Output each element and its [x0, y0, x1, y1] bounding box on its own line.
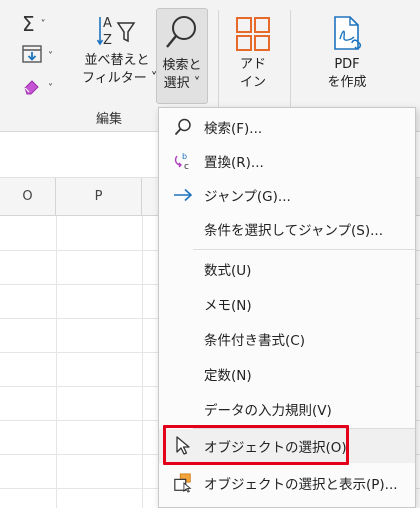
grid-line — [142, 216, 143, 508]
menu-item-find[interactable]: 検索(F)... — [159, 110, 415, 144]
menu-item-selection-pane[interactable]: オブジェクトの選択と表示(P)... — [159, 466, 415, 500]
menu-item-label: ジャンプ(G)... — [204, 189, 291, 205]
menu-item-data-validation[interactable]: データの入力規則(V) — [159, 392, 415, 426]
group-label-editing: 編集 — [96, 112, 123, 127]
menu-item-label: 条件を選択してジャンプ(S)... — [204, 223, 383, 239]
eraser-icon — [22, 77, 42, 99]
pdf-label-line1: PDF — [334, 57, 360, 72]
menu-item-goto-special[interactable]: 条件を選択してジャンプ(S)... — [159, 212, 415, 246]
addins-icon — [224, 12, 282, 56]
sort-filter-icon: A Z — [82, 10, 152, 52]
magnifier-icon — [157, 9, 207, 57]
menu-item-goto[interactable]: ジャンプ(G)... — [159, 178, 415, 212]
menu-item-label: データの入力規則(V) — [204, 403, 332, 419]
clear-button[interactable]: ˅ — [22, 76, 68, 100]
arrow-right-icon — [173, 185, 193, 205]
menu-item-label: 置換(R)... — [204, 155, 264, 171]
column-header-p[interactable]: P — [56, 178, 142, 216]
grid-line — [56, 216, 57, 508]
find-select-menu: 検索(F)... bc 置換(R)... ジャンプ(G)... 条件を選択してジ… — [158, 107, 416, 508]
chevron-down-icon: ˅ — [40, 18, 46, 30]
svg-text:c: c — [184, 162, 189, 171]
addins-label-line1: アド — [239, 57, 266, 72]
menu-item-label: 定数(N) — [204, 368, 252, 384]
menu-item-label: オブジェクトの選択(O) — [204, 440, 347, 456]
replace-icon: bc — [173, 151, 193, 171]
sigma-icon: Σ — [22, 12, 35, 36]
sort-filter-label-line1: 並べ替えと — [84, 53, 150, 68]
sort-filter-label-line2: フィルター ˅ — [82, 71, 158, 86]
svg-text:Z: Z — [103, 33, 112, 48]
menu-item-select-objects[interactable]: オブジェクトの選択(O) — [159, 429, 415, 463]
fill-down-icon — [22, 45, 42, 67]
menu-item-label: 検索(F)... — [204, 121, 263, 137]
fill-button[interactable]: ˅ — [22, 44, 68, 68]
autosum-button[interactable]: Σ ˅ — [22, 12, 68, 36]
menu-item-notes[interactable]: メモ(N) — [159, 287, 415, 321]
selection-pane-icon — [173, 473, 193, 493]
addins-button[interactable]: アド イン — [224, 12, 282, 102]
search-icon — [173, 117, 193, 137]
ribbon-divider — [290, 10, 291, 120]
chevron-down-icon: ˅ — [48, 50, 53, 62]
menu-item-replace[interactable]: bc 置換(R)... — [159, 144, 415, 178]
find-select-label-line2: 選択 ˅ — [163, 76, 201, 91]
svg-text:b: b — [182, 152, 187, 161]
svg-text:A: A — [103, 16, 112, 31]
column-header-o[interactable]: O — [0, 178, 56, 216]
cursor-pointer-icon — [173, 436, 193, 456]
create-pdf-button[interactable]: PDF を作成 — [316, 12, 378, 102]
menu-item-label: 条件付き書式(C) — [204, 333, 305, 349]
menu-separator — [193, 249, 415, 250]
find-select-label-line1: 検索と — [162, 58, 202, 73]
menu-item-conditional-formatting[interactable]: 条件付き書式(C) — [159, 322, 415, 356]
addins-label-line2: イン — [239, 75, 266, 90]
ribbon-divider — [218, 10, 219, 120]
pdf-label-line2: を作成 — [327, 75, 367, 90]
pdf-link-icon — [316, 12, 378, 56]
menu-item-formulas[interactable]: 数式(U) — [159, 252, 415, 286]
sort-filter-button[interactable]: A Z 並べ替えと フィルター ˅ — [82, 10, 158, 100]
menu-item-label: 数式(U) — [204, 263, 252, 279]
menu-item-constants[interactable]: 定数(N) — [159, 357, 415, 391]
chevron-down-icon: ˅ — [48, 82, 53, 94]
menu-item-label: メモ(N) — [204, 298, 252, 314]
menu-item-label: オブジェクトの選択と表示(P)... — [204, 477, 398, 493]
find-select-button[interactable]: 検索と 選択 ˅ — [156, 8, 208, 104]
